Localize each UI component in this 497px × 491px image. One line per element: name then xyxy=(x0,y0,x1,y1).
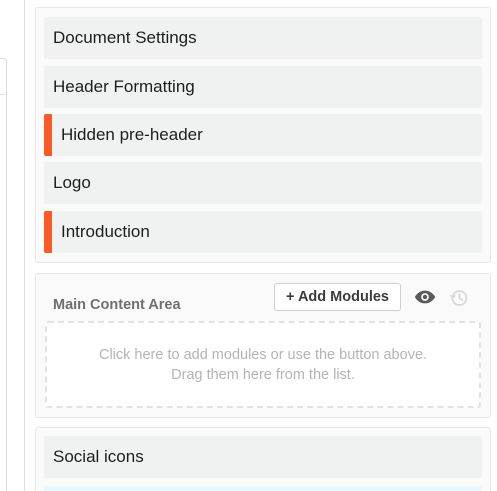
history-icon[interactable] xyxy=(449,288,469,308)
module-header-formatting[interactable]: Header Formatting xyxy=(44,66,482,108)
module-introduction[interactable]: Introduction xyxy=(44,211,482,253)
module-label: Social icons xyxy=(53,447,144,466)
module-social-icons[interactable]: Social icons xyxy=(44,436,482,478)
drop-zone-text: Click here to add modules or use the but… xyxy=(98,346,428,383)
module-label: Hidden pre-header xyxy=(61,125,203,144)
main-content-area-section: Main Content Area + Add Modules Click he… xyxy=(35,273,491,418)
module-label: Document Settings xyxy=(53,28,197,47)
module-status-flag xyxy=(44,211,52,253)
left-panel-header xyxy=(0,59,6,95)
module-drop-zone[interactable]: Click here to add modules or use the but… xyxy=(45,321,481,408)
panel-divider xyxy=(24,0,25,491)
eye-icon[interactable] xyxy=(414,288,436,306)
area-title: Main Content Area xyxy=(53,297,181,313)
add-modules-button[interactable]: + Add Modules xyxy=(274,283,401,311)
module-label: Logo xyxy=(53,173,91,192)
header-modules-section: Document Settings Header Formatting Hidd… xyxy=(35,7,491,263)
left-side-panel xyxy=(0,58,7,491)
email-editor-panel: Document Settings Header Formatting Hidd… xyxy=(0,0,497,491)
module-logo[interactable]: Logo xyxy=(44,162,482,204)
module-status-flag xyxy=(44,114,52,156)
next-module-strip[interactable] xyxy=(44,486,482,491)
module-label: Introduction xyxy=(61,222,150,241)
module-hidden-pre-header[interactable]: Hidden pre-header xyxy=(44,114,482,156)
footer-modules-section: Social icons xyxy=(35,427,491,491)
module-label: Header Formatting xyxy=(53,77,195,96)
module-document-settings[interactable]: Document Settings xyxy=(44,17,482,59)
